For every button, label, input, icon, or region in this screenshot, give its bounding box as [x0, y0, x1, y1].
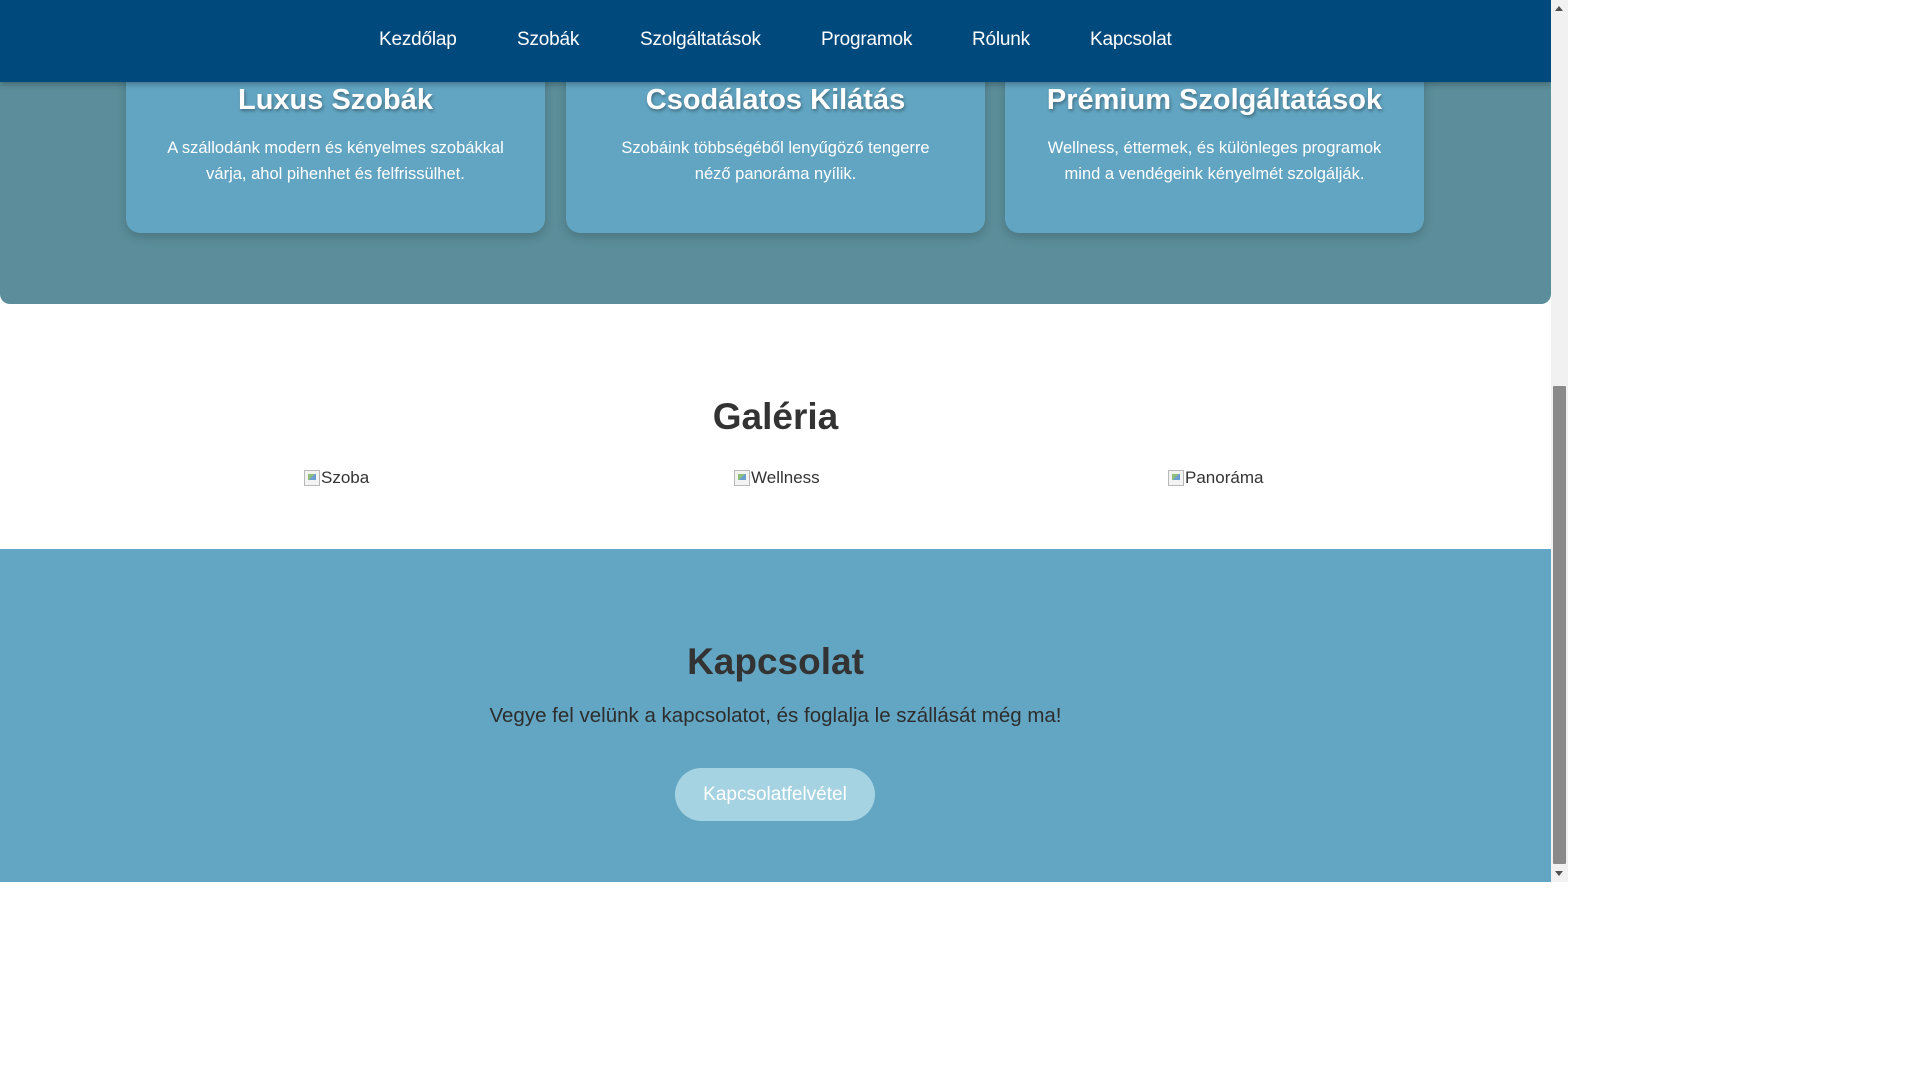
feature-text: Szobáink többségéből lenyűgöző tengerre …: [621, 139, 930, 183]
broken-image-icon: [734, 470, 750, 486]
gallery-image-room: Szoba: [304, 468, 369, 488]
image-alt-text: Wellness: [751, 468, 820, 487]
scroll-up-arrow-icon[interactable]: [1551, 0, 1568, 17]
scroll-down-arrow-icon[interactable]: [1551, 865, 1568, 882]
feature-title: Luxus Szobák: [238, 84, 433, 116]
contact-title: Kapcsolat: [687, 641, 864, 682]
nav-item-about[interactable]: Rólunk: [972, 29, 1030, 51]
gallery-image-wellness: Wellness: [734, 468, 820, 488]
page-viewport: Luxus Szobák A szállodánk modern és kény…: [0, 0, 1551, 882]
contact-section: Kapcsolat Vegye fel velünk a kapcsolatot…: [0, 549, 1551, 882]
image-alt-text: Szoba: [321, 468, 370, 487]
image-alt-text: Panoráma: [1185, 468, 1264, 487]
gallery-image-panorama: Panoráma: [1168, 468, 1263, 488]
scroll-thumb[interactable]: [1553, 386, 1566, 864]
feature-text: Wellness, éttermek, és különleges progra…: [1047, 139, 1382, 183]
feature-title: Prémium Szolgáltatások: [1046, 84, 1383, 116]
gallery-title: Galéria: [712, 396, 839, 437]
nav-item-services[interactable]: Szolgáltatások: [640, 29, 761, 51]
feature-title: Csodálatos Kilátás: [645, 84, 906, 116]
vertical-scrollbar[interactable]: [1551, 0, 1568, 882]
broken-image-icon: [304, 470, 320, 486]
nav-item-rooms[interactable]: Szobák: [517, 29, 579, 51]
nav-item-contact[interactable]: Kapcsolat: [1090, 29, 1172, 51]
broken-image-icon: [1168, 470, 1184, 486]
contact-text: Vegye fel velünk a kapcsolatot, és fogla…: [489, 704, 1062, 727]
feature-text: A szállodánk modern és kényelmes szobákk…: [167, 139, 504, 183]
main-navbar: Kezdőlap Szobák Szolgáltatások Programok…: [0, 0, 1551, 82]
nav-item-programs[interactable]: Programok: [821, 29, 912, 51]
contact-button[interactable]: Kapcsolatfelvétel: [675, 768, 875, 821]
nav-item-home[interactable]: Kezdőlap: [379, 29, 457, 51]
